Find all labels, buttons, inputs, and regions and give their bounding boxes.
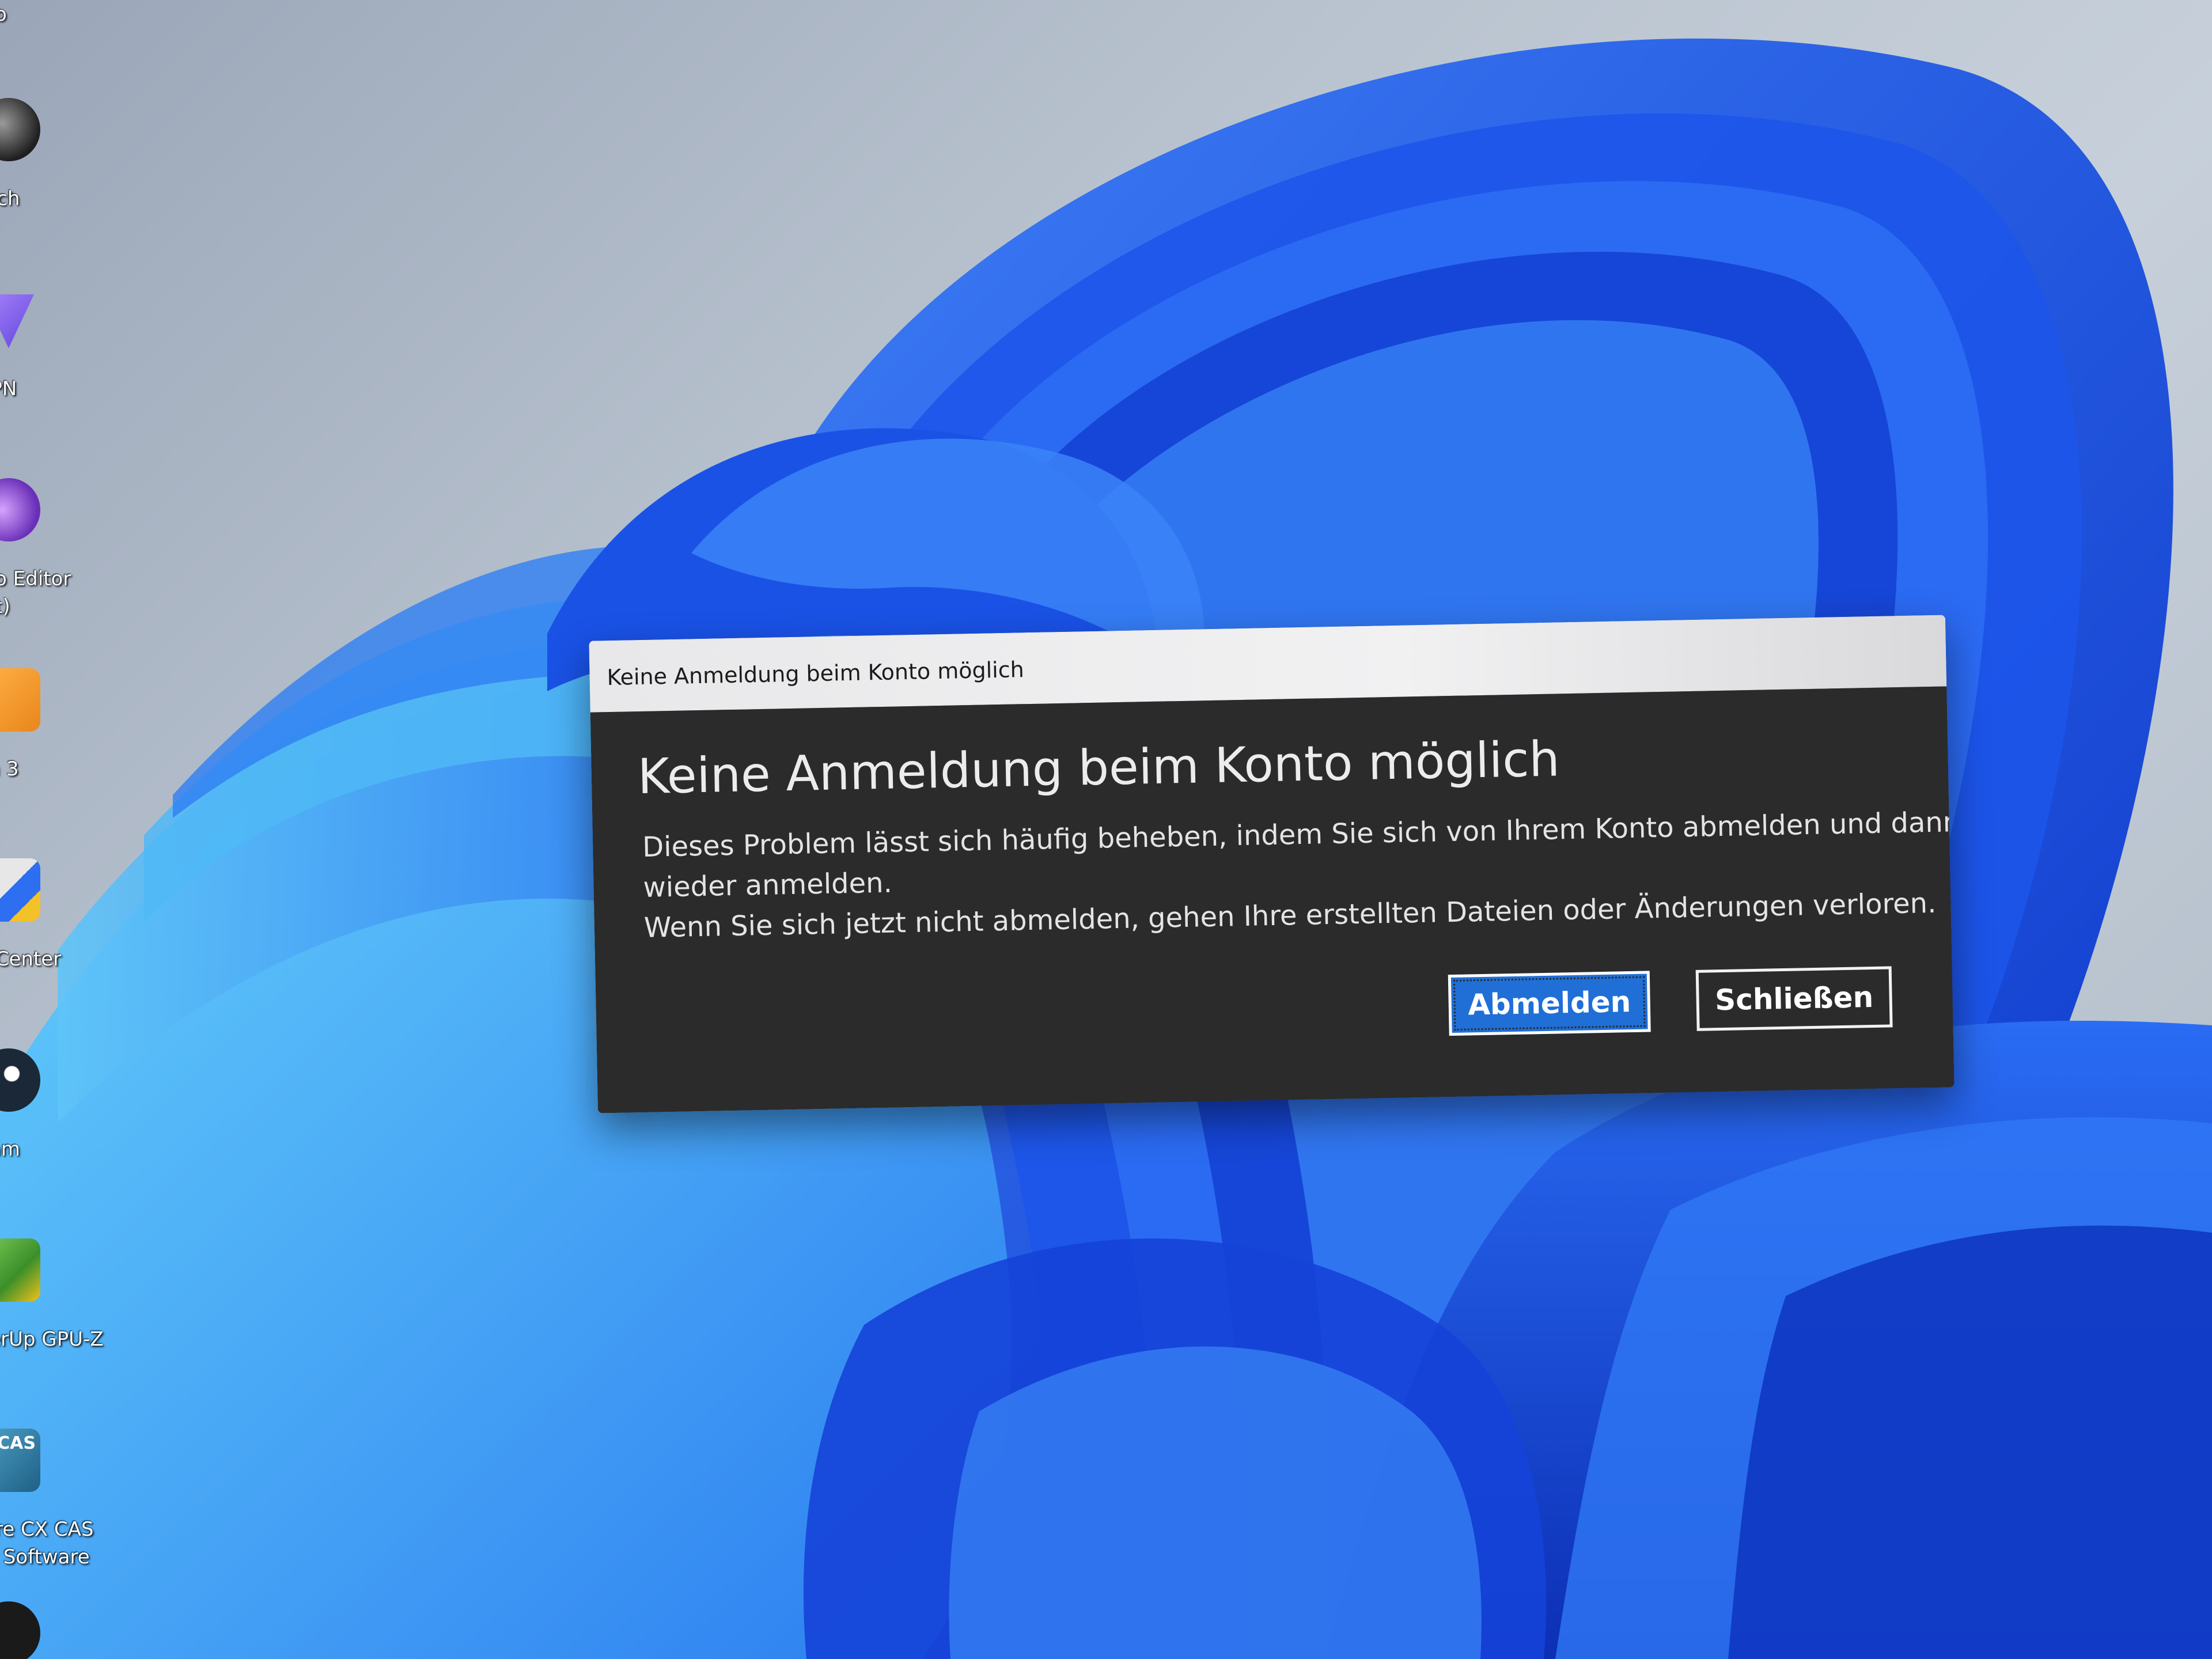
error-dialog: Keine Anmeldung beim Konto möglich Keine… <box>589 615 1955 1113</box>
desktop-icon-label: ch 3 <box>0 757 19 781</box>
desktop-icon-label-line2: bit) <box>0 595 10 618</box>
dialog-heading: Keine Anmeldung beim Konto möglich <box>637 730 1560 805</box>
gpu-z-app-icon <box>0 1238 40 1302</box>
cas-app-icon: CAS <box>0 1429 40 1492</box>
cas-icon-text: CAS <box>0 1433 36 1453</box>
desktop-icon-label: pire CX CAS <box>0 1518 94 1541</box>
center-app-icon <box>0 858 40 922</box>
catch-app-icon <box>0 668 40 732</box>
dialog-message-line: Dieses Problem lässt sich häufig beheben… <box>642 806 1955 863</box>
desktop-icon-label: VPN <box>0 377 17 400</box>
dialog-window-title: Keine Anmeldung beim Konto möglich <box>607 657 1025 691</box>
desktop-icon-label: e Center <box>0 948 62 971</box>
desktop-icon-label: eam <box>0 1138 20 1161</box>
sign-out-button[interactable]: Abmelden <box>1448 971 1651 1036</box>
desktop-screen: dio atch VPN dio Editor bit) ch 3 e Cent… <box>0 0 2212 1659</box>
desktop-icon-label: dio <box>0 3 7 26</box>
desktop-icon-label: dio Editor <box>0 567 71 590</box>
desktop-icon-label: atch <box>0 187 20 210</box>
close-button[interactable]: Schließen <box>1695 966 1893 1031</box>
desktop-icon-label-line2: nt Software <box>0 1546 90 1569</box>
desktop-icon-label: verUp GPU-Z <box>0 1328 104 1351</box>
dialog-message-line: wieder anmelden. <box>643 866 893 904</box>
dialog-body: Keine Anmeldung beim Konto möglich Diese… <box>590 686 1955 1113</box>
